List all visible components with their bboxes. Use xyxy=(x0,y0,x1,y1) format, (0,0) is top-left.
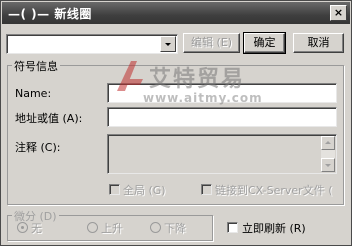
ok-button[interactable]: 确定 xyxy=(243,32,286,54)
name-field[interactable] xyxy=(107,83,337,103)
comment-label: 注释 (C): xyxy=(15,141,61,154)
scroll-up-icon[interactable] xyxy=(321,136,335,150)
global-checkbox[interactable] xyxy=(109,184,120,195)
new-coil-dialog: —( )— 新线圈 × 编辑 (E) 确定 取消 符号信息 Name: 地址或值… xyxy=(0,0,352,246)
address-field[interactable] xyxy=(107,107,337,127)
chevron-down-icon xyxy=(165,43,171,46)
link-cx-server-label: 链接到CX-Server文件 ( xyxy=(215,184,333,197)
cancel-button[interactable]: 取消 xyxy=(293,33,344,53)
differential-down-radio[interactable] xyxy=(150,222,161,233)
dropdown-button[interactable] xyxy=(160,36,176,52)
link-cx-server-checkbox[interactable] xyxy=(201,184,212,195)
differential-none-label: 无 xyxy=(31,222,42,235)
edit-button[interactable]: 编辑 (E) xyxy=(183,33,240,53)
title-bar[interactable]: —( )— 新线圈 × xyxy=(2,2,350,24)
refresh-immediately-label: 立即刷新 (R) xyxy=(242,222,306,235)
differential-up-radio[interactable] xyxy=(87,222,98,233)
differential-up-label: 上升 xyxy=(101,222,123,235)
name-label: Name: xyxy=(15,87,52,100)
scroll-down-icon[interactable] xyxy=(321,158,335,172)
address-label: 地址或值 (A): xyxy=(15,112,83,125)
refresh-immediately-checkbox[interactable] xyxy=(227,222,238,233)
dialog-title: —( )— 新线圈 xyxy=(8,7,92,21)
differential-none-radio[interactable] xyxy=(17,222,28,233)
differential-down-label: 下降 xyxy=(164,222,186,235)
symbol-name-combo[interactable] xyxy=(6,34,178,54)
close-icon[interactable]: × xyxy=(330,5,347,21)
global-label: 全局 (G) xyxy=(123,184,166,197)
comment-scrollbar[interactable] xyxy=(321,136,335,172)
comment-field[interactable] xyxy=(107,134,337,174)
symbol-info-group-label: 符号信息 xyxy=(12,58,60,74)
